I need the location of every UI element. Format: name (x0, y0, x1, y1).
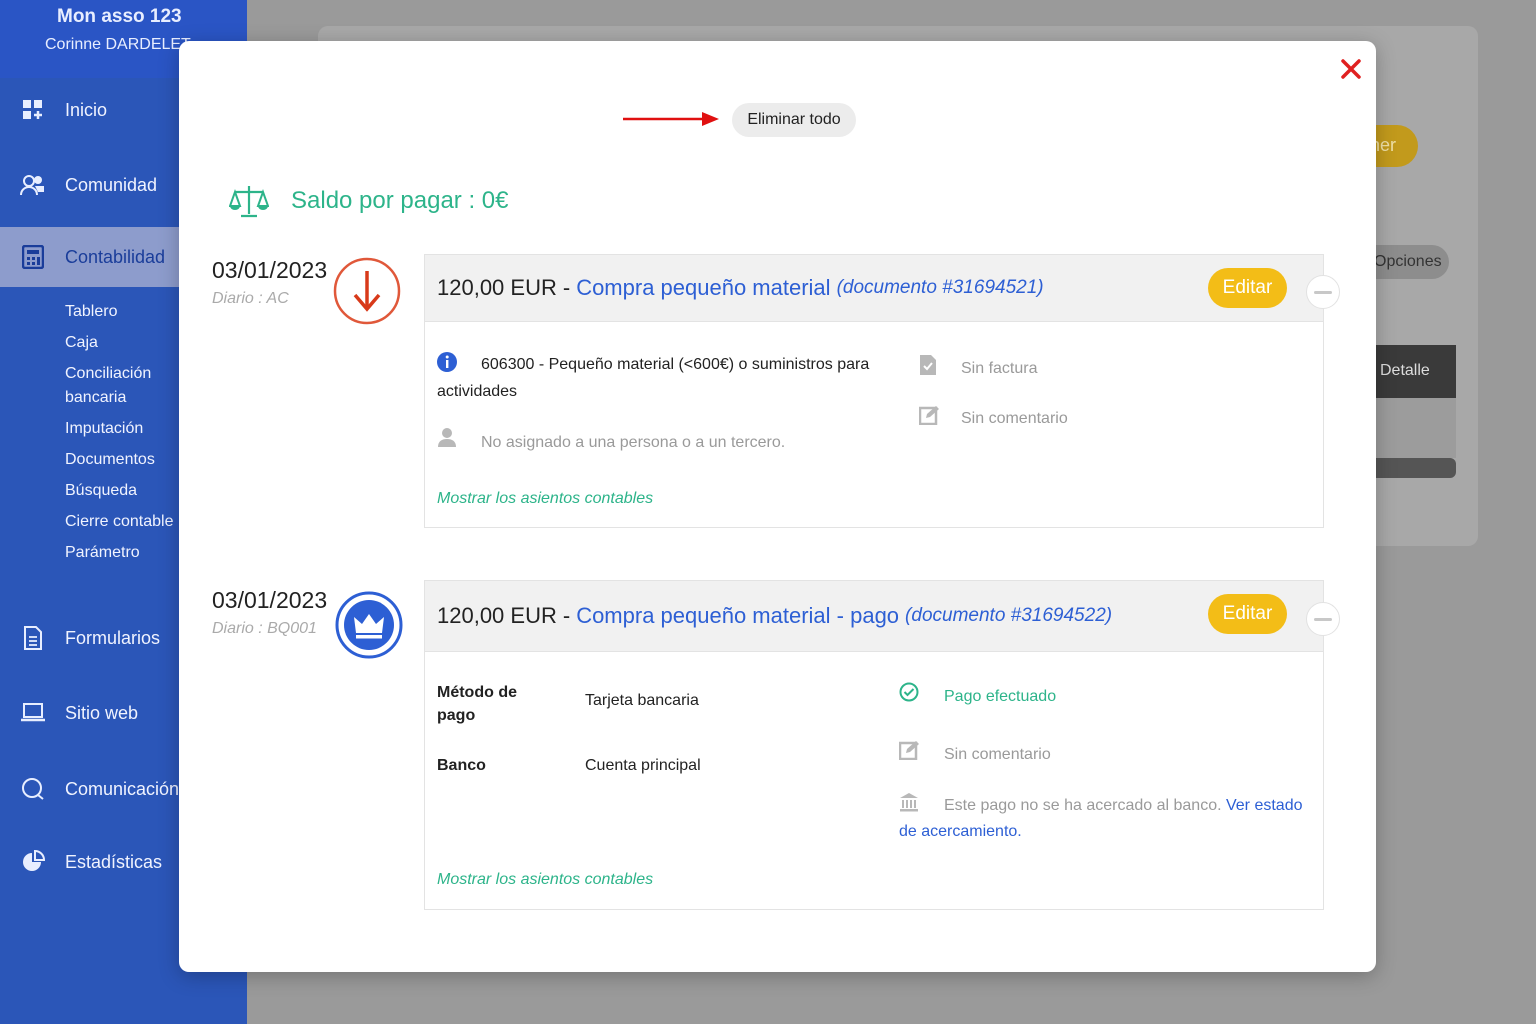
minus-icon (1314, 617, 1332, 621)
bank-label: Banco (437, 757, 486, 774)
balance-due: Saldo por pagar : 0€ (291, 187, 509, 214)
comment-status: Sin comentario (944, 746, 1051, 763)
sidebar-sub-documentos[interactable]: Documentos (65, 448, 155, 472)
show-entries-link[interactable]: Mostrar los asientos contables (437, 486, 653, 512)
close-icon[interactable] (1339, 57, 1363, 81)
chat-icon (20, 776, 46, 802)
users-icon (20, 172, 46, 198)
sidebar-sub-conciliacion-line2[interactable]: bancaria (65, 386, 126, 410)
transaction-card: 120,00 EUR - Compra pequeño material (do… (424, 254, 1324, 528)
document-reference[interactable]: (documento #31694521) (837, 277, 1044, 299)
card-header: 120,00 EUR - Compra pequeño material (do… (425, 255, 1323, 322)
collapse-button[interactable] (1306, 275, 1340, 309)
arrow-right-icon (622, 109, 722, 134)
sidebar-item-label: Comunicación (65, 778, 180, 799)
comment-edit-icon (898, 740, 919, 765)
comment-status: Sin comentario (961, 410, 1068, 427)
bank-value: Cuenta principal (585, 757, 701, 774)
invoice-status: Sin factura (961, 360, 1038, 377)
assignment-status: No asignado a una persona o a un tercero… (481, 434, 786, 451)
transaction-title[interactable]: Compra pequeño material - pago (576, 603, 899, 629)
edit-button[interactable]: Editar (1208, 594, 1287, 634)
separator: - (562, 603, 571, 628)
organization-name: Mon asso 123 (57, 6, 182, 27)
person-icon (438, 427, 456, 452)
info-icon (437, 352, 457, 377)
card-header: 120,00 EUR - Compra pequeño material - p… (425, 581, 1323, 652)
account-label-line2: actividades (437, 383, 518, 400)
sidebar-item-label: Inicio (65, 99, 108, 120)
sidebar-sub-tablero[interactable]: Tablero (65, 300, 117, 324)
collapse-button[interactable] (1306, 602, 1340, 636)
sidebar-sub-imputacion[interactable]: Imputación (65, 417, 143, 441)
payment-status: Pago efectuado (944, 688, 1057, 705)
sidebar-item-label: Estadísticas (65, 851, 163, 872)
payment-method-label-line2: pago (437, 707, 476, 724)
sidebar-sub-caja[interactable]: Caja (65, 331, 98, 355)
sidebar-sub-parametro[interactable]: Parámetro (65, 541, 140, 565)
minus-icon (1314, 290, 1332, 294)
entry-date: 03/01/2023 (212, 587, 328, 613)
user-name[interactable]: Corinne DARDELET (45, 36, 191, 54)
pie-chart-icon (20, 849, 46, 875)
payment-method-value: Tarjeta bancaria (585, 692, 699, 709)
sidebar-item-label: Comunidad (65, 174, 158, 195)
reconcile-link-line2[interactable]: de acercamiento. (899, 819, 1022, 845)
check-circle-icon (899, 682, 919, 707)
reconcile-link[interactable]: Ver estado (1226, 797, 1303, 814)
account-label: 606300 - Pequeño material (<600€) o sumi… (481, 356, 870, 373)
separator: - (562, 275, 571, 300)
reconcile-info: Este pago no se ha acercado al banco. Ve… (944, 793, 1302, 819)
document-icon (20, 625, 46, 651)
delete-all-button[interactable]: Eliminar todo (732, 103, 856, 137)
sidebar-item-label: Sitio web (65, 702, 139, 723)
transaction-title[interactable]: Compra pequeño material (576, 275, 830, 301)
balance-scale-icon (228, 184, 270, 223)
sidebar-item-label: Contabilidad (65, 246, 166, 267)
sidebar-sub-conciliacion[interactable]: Conciliación (65, 362, 151, 386)
transaction-card: 120,00 EUR - Compra pequeño material - p… (424, 580, 1324, 910)
transaction-amount: 120,00 EUR (437, 275, 557, 300)
arrow-down-icon (333, 253, 401, 334)
calculator-icon (20, 244, 46, 270)
sidebar-item-label: Formularios (65, 627, 161, 648)
sidebar-sub-cierre-contable[interactable]: Cierre contable (65, 510, 174, 534)
transaction-modal: Eliminar todo Saldo por pagar : 0€ 03/01… (179, 41, 1376, 972)
entry-journal: Diario : AC (212, 290, 289, 307)
edit-button[interactable]: Editar (1208, 268, 1287, 308)
laptop-icon (20, 700, 46, 726)
sidebar-sub-busqueda[interactable]: Búsqueda (65, 479, 137, 503)
reconcile-text: Este pago no se ha acercado al banco. (944, 797, 1222, 814)
comment-edit-icon (918, 405, 939, 430)
entry-journal: Diario : BQ001 (212, 620, 317, 637)
invoice-icon (919, 354, 937, 381)
show-entries-link[interactable]: Mostrar los asientos contables (437, 867, 653, 893)
entry-date: 03/01/2023 (212, 257, 328, 283)
bank-icon (899, 792, 919, 817)
transaction-amount: 120,00 EUR (437, 603, 557, 628)
dashboard-icon (20, 97, 46, 123)
bank-crown-icon (335, 587, 403, 668)
document-reference[interactable]: (documento #31694522) (905, 605, 1112, 627)
